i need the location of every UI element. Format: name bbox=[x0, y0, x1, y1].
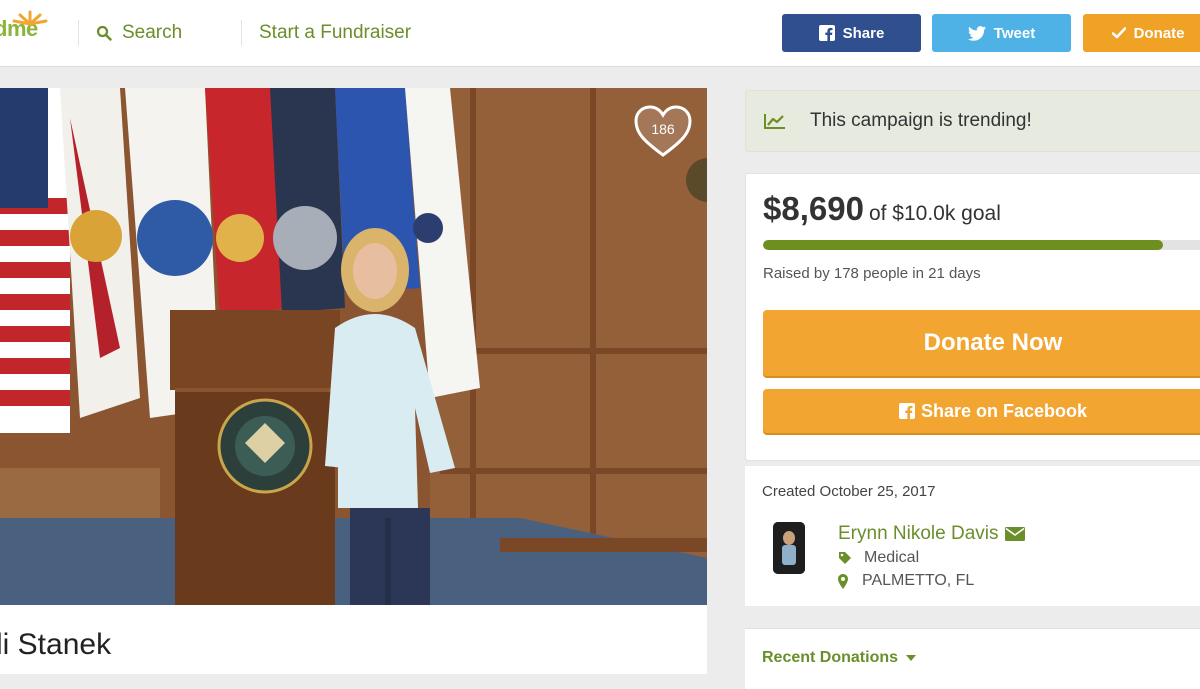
recent-donations-toggle[interactable]: Recent Donations bbox=[762, 649, 917, 667]
organizer-avatar[interactable] bbox=[773, 522, 805, 574]
top-navigation-bar: dme Search Start a Fundraiser Share Twee… bbox=[0, 0, 1200, 67]
progress-bar bbox=[763, 240, 1200, 250]
progress-bar-fill bbox=[763, 240, 1163, 250]
header-donate-label: Donate bbox=[1133, 24, 1185, 42]
gofundme-logo[interactable]: dme bbox=[0, 10, 48, 42]
donate-now-button[interactable]: Donate Now bbox=[763, 310, 1200, 376]
header-donate-button[interactable]: Donate bbox=[1083, 14, 1200, 52]
logo-burst-icon bbox=[12, 10, 48, 26]
facebook-icon bbox=[898, 403, 915, 419]
created-date: Created October 25, 2017 bbox=[762, 483, 936, 500]
recent-donations-card: Recent Donations bbox=[745, 628, 1200, 689]
raised-by-text: Raised by 178 people in 21 days bbox=[763, 265, 981, 282]
facebook-icon bbox=[818, 25, 835, 41]
share-on-facebook-button[interactable]: Share on Facebook bbox=[763, 389, 1200, 433]
twitter-icon bbox=[967, 25, 986, 41]
trending-banner: This campaign is trending! bbox=[745, 90, 1200, 152]
header-share-label: Share bbox=[842, 24, 885, 42]
organizer-location: PALMETTO, FL bbox=[838, 572, 974, 590]
raised-amount: $8,690 bbox=[763, 190, 864, 227]
organizer-name-link[interactable]: Erynn Nikole Davis bbox=[838, 523, 1025, 545]
nav-divider bbox=[78, 20, 79, 46]
campaign-photo[interactable] bbox=[0, 88, 707, 605]
organizer-card: Created October 25, 2017 Erynn Nikole Da… bbox=[745, 466, 1200, 606]
goal-text: of $10.0k goal bbox=[868, 202, 1001, 225]
tag-icon bbox=[839, 552, 851, 564]
organizer-name: Erynn Nikole Davis bbox=[838, 523, 999, 544]
nav-divider bbox=[241, 20, 242, 46]
recent-donations-label: Recent Donations bbox=[762, 649, 899, 666]
search-link[interactable]: Search bbox=[96, 22, 182, 44]
campaign-photo-illustration bbox=[0, 88, 707, 605]
header-tweet-button[interactable]: Tweet bbox=[932, 14, 1071, 52]
caret-down-icon bbox=[906, 655, 917, 661]
location-label: PALMETTO, FL bbox=[862, 572, 975, 589]
header-share-button[interactable]: Share bbox=[782, 14, 921, 52]
campaign-card: 186 li Stanek bbox=[0, 88, 707, 674]
amount-raised: $8,690 of $10.0k goal bbox=[763, 190, 1001, 228]
search-label: Search bbox=[122, 22, 183, 43]
organizer-avatar-image bbox=[773, 522, 805, 574]
favorite-heart-button[interactable]: 186 bbox=[634, 105, 692, 159]
share-on-facebook-label: Share on Facebook bbox=[920, 400, 1088, 421]
start-fundraiser-link[interactable]: Start a Fundraiser bbox=[259, 22, 411, 44]
campaign-title: li Stanek bbox=[0, 628, 112, 661]
donation-panel: $8,690 of $10.0k goal Raised by 178 peop… bbox=[745, 173, 1200, 461]
trending-text: This campaign is trending! bbox=[810, 110, 1032, 131]
envelope-icon[interactable] bbox=[1004, 527, 1025, 541]
search-icon bbox=[96, 25, 112, 41]
header-tweet-label: Tweet bbox=[993, 24, 1036, 42]
heart-count: 186 bbox=[651, 121, 675, 137]
check-icon bbox=[1111, 27, 1126, 39]
organizer-category: Medical bbox=[838, 549, 919, 567]
trending-chart-icon bbox=[764, 114, 785, 129]
location-pin-icon bbox=[838, 573, 848, 589]
category-label: Medical bbox=[864, 549, 920, 566]
